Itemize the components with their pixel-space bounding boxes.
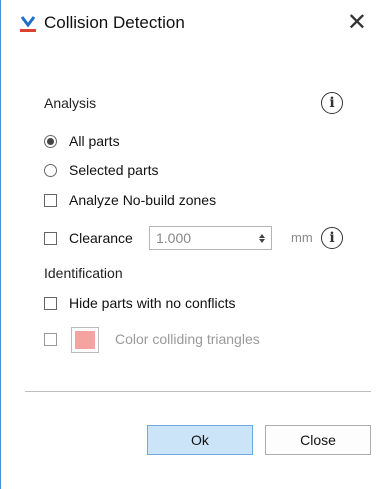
all-parts-radio[interactable] — [44, 134, 57, 148]
info-glyph: i — [329, 95, 335, 111]
hide-parts-checkbox[interactable] — [44, 296, 57, 310]
chevron-up-icon[interactable] — [259, 233, 265, 238]
selected-parts-radio[interactable] — [44, 163, 57, 177]
stepper-arrows[interactable] — [253, 227, 271, 249]
collision-detection-dialog: Collision Detection ✕ Analysis i All par… — [0, 0, 381, 489]
color-triangles-option — [44, 333, 69, 346]
color-swatch — [75, 331, 95, 349]
selected-parts-label: Selected parts — [69, 162, 159, 178]
selected-parts-option[interactable]: Selected parts — [44, 162, 159, 178]
analyze-no-build-label: Analyze No-build zones — [69, 192, 217, 208]
clearance-info-glyph: i — [329, 230, 335, 246]
divider — [25, 391, 371, 392]
clearance-stepper[interactable]: 1.000 — [149, 226, 272, 250]
title-bar: Collision Detection ✕ — [1, 0, 381, 46]
color-triangles-checkbox — [44, 333, 57, 346]
analyze-no-build-option[interactable]: Analyze No-build zones — [44, 192, 216, 208]
analysis-section-label: Analysis — [44, 95, 97, 111]
hide-parts-label: Hide parts with no conflicts — [69, 295, 236, 311]
clearance-value[interactable]: 1.000 — [150, 230, 253, 246]
all-parts-label: All parts — [69, 133, 120, 149]
close-button[interactable]: Close — [265, 425, 371, 455]
ok-button[interactable]: Ok — [147, 425, 253, 455]
clearance-info-icon[interactable]: i — [321, 227, 343, 249]
clearance-label: Clearance — [69, 230, 133, 246]
color-triangles-label: Color colliding triangles — [115, 331, 260, 347]
identification-section-label: Identification — [44, 265, 123, 281]
chevron-down-icon[interactable] — [259, 238, 265, 243]
clearance-option[interactable]: Clearance — [44, 230, 133, 246]
hide-parts-option[interactable]: Hide parts with no conflicts — [44, 295, 236, 311]
clearance-unit: mm — [291, 230, 313, 245]
collision-app-icon — [20, 16, 36, 32]
close-icon[interactable]: ✕ — [347, 8, 367, 38]
info-icon[interactable]: i — [321, 92, 343, 114]
all-parts-option[interactable]: All parts — [44, 133, 120, 149]
clearance-checkbox[interactable] — [44, 231, 57, 245]
analyze-no-build-checkbox[interactable] — [44, 193, 57, 207]
color-swatch-button — [71, 327, 99, 353]
dialog-title: Collision Detection — [44, 13, 185, 32]
